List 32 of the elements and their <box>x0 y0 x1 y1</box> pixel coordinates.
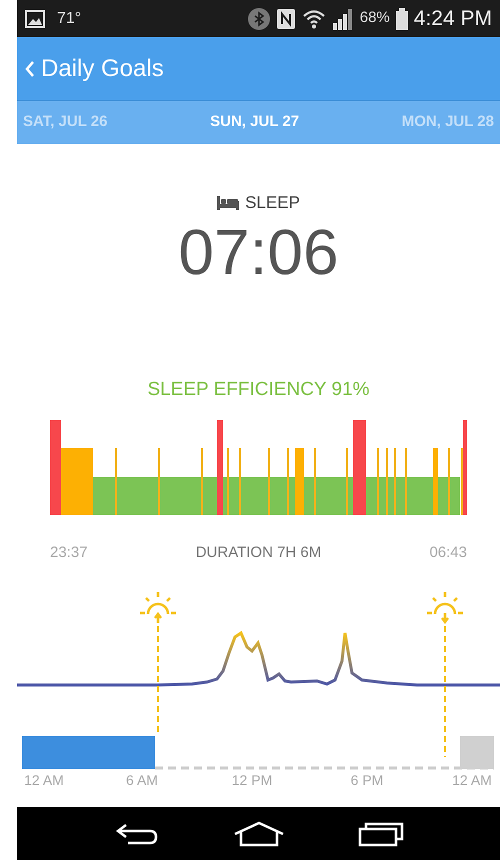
signal-icon <box>332 8 354 30</box>
clock-time: 4:24 PM <box>414 6 492 32</box>
sleep-end-time: 06:43 <box>429 543 467 563</box>
metric-label: SLEEP <box>245 192 300 214</box>
sleep-start-time: 23:37 <box>50 543 88 563</box>
sunrise-icon <box>138 590 178 624</box>
axis-label: 6 AM <box>126 772 158 788</box>
next-sleep-bar <box>460 736 494 768</box>
duration-text: DURATION 7H 6M <box>196 543 322 563</box>
axis-label: 12 AM <box>452 772 492 788</box>
date-tab[interactable]: SAT, JUL 26 <box>23 111 108 134</box>
nfc-icon <box>276 8 296 30</box>
back-icon[interactable] <box>114 822 160 846</box>
sleep-duration-value: 07:06 <box>178 216 339 288</box>
battery-percentage: 68% <box>360 8 390 28</box>
home-icon[interactable] <box>232 820 284 846</box>
axis-label: 6 PM <box>350 772 384 788</box>
sunset-icon <box>426 590 464 624</box>
axis-label: 12 AM <box>24 772 64 788</box>
chevron-left-icon <box>25 60 35 78</box>
date-tab[interactable]: MON, JUL 28 <box>402 111 494 134</box>
battery-icon <box>396 8 408 30</box>
temperature-text: 71° <box>57 8 82 28</box>
bluetooth-icon <box>248 8 270 30</box>
sleep-efficiency-text: SLEEP EFFICIENCY 91% <box>146 378 371 402</box>
back-button[interactable]: Daily Goals <box>25 50 164 86</box>
wifi-icon <box>302 8 326 28</box>
recent-apps-icon[interactable] <box>358 820 404 846</box>
date-tab[interactable]: SUN, JUL 27 <box>210 111 300 134</box>
picture-icon <box>25 10 45 28</box>
axis-label: 12 PM <box>232 772 272 788</box>
bed-icon <box>217 196 240 210</box>
